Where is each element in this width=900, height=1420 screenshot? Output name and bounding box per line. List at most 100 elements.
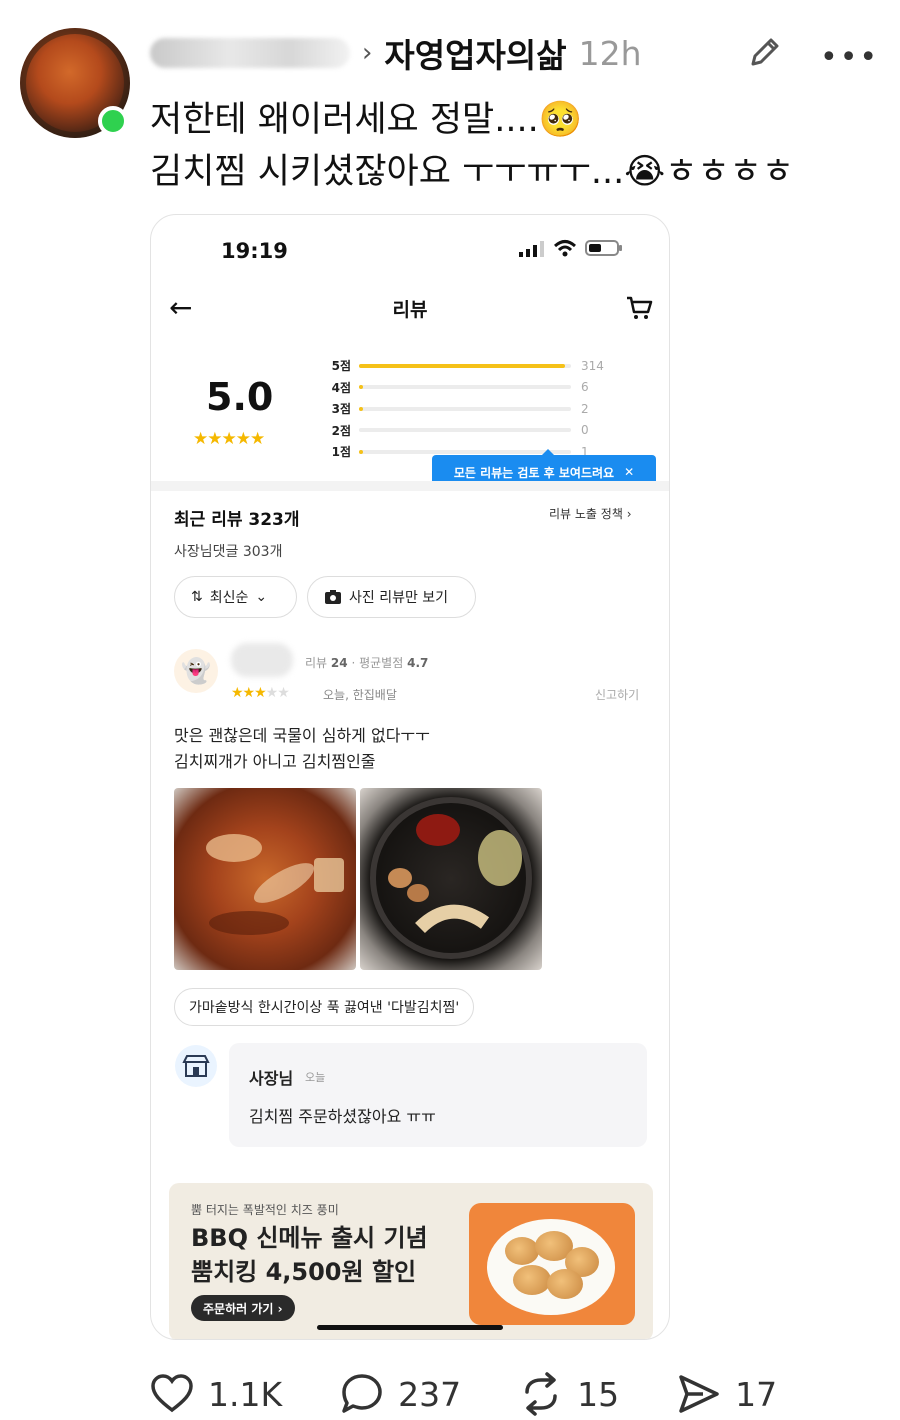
repost-icon bbox=[525, 1372, 557, 1416]
meta-reviews-value: 24 bbox=[330, 656, 348, 670]
reviewer-meta: 리뷰 24 · 평균별점 4.7 bbox=[305, 654, 428, 671]
stars-empty: ★★ bbox=[265, 685, 290, 701]
promo-subtitle: 뿜 터지는 폭발적인 치즈 풍미 bbox=[191, 1203, 339, 1217]
edit-pencil-icon[interactable] bbox=[745, 32, 785, 72]
promo-title-line: BBQ 신메뉴 출시 기념 bbox=[191, 1224, 428, 1252]
rating-row-label: 3점 bbox=[331, 402, 351, 417]
section-divider bbox=[151, 481, 669, 491]
send-icon bbox=[679, 1375, 719, 1413]
fried-chicken-image bbox=[469, 1203, 635, 1325]
home-indicator bbox=[317, 1325, 503, 1330]
repost-button[interactable]: 15 bbox=[519, 1372, 619, 1416]
review-photo-side-dishes[interactable] bbox=[360, 788, 542, 970]
rating-row-count: 2 bbox=[581, 401, 589, 416]
rating-row-count: 0 bbox=[581, 423, 589, 438]
share-count: 17 bbox=[735, 1374, 778, 1414]
comment-bubble-icon bbox=[342, 1374, 382, 1413]
average-rating: 5.0 bbox=[206, 375, 274, 419]
rating-bar-track bbox=[359, 449, 571, 454]
sort-dropdown[interactable]: ⇅ 최신순 ⌄ bbox=[174, 576, 297, 618]
rating-bar-fill bbox=[359, 363, 565, 368]
more-options-icon[interactable]: ••• bbox=[820, 40, 879, 75]
chicken-piece bbox=[513, 1265, 551, 1295]
owner-reply-date: 오늘 bbox=[305, 1071, 326, 1084]
rating-distribution: 5점 314 4점 6 3점 2 2점 0 1점 1 bbox=[329, 355, 604, 463]
stars-filled: ★★★ bbox=[231, 685, 267, 701]
wifi-icon bbox=[553, 240, 577, 257]
chicken-piece bbox=[547, 1269, 583, 1299]
cart-icon[interactable] bbox=[625, 295, 653, 321]
screen-title: 리뷰 bbox=[392, 299, 428, 321]
rating-bar-fill bbox=[359, 406, 364, 411]
review-text-line: 맛은 괜찮은데 국물이 심하게 없다ㅜㅜ bbox=[174, 726, 430, 745]
review-policy-link[interactable]: 리뷰 노출 정책 › bbox=[549, 505, 632, 522]
chevron-down-icon: ⌄ bbox=[255, 589, 268, 605]
rating-row-label: 1점 bbox=[331, 445, 351, 460]
post-header: › 자영업자의삶 12h bbox=[150, 28, 641, 78]
rating-bar-fill bbox=[359, 449, 364, 454]
owner-reply-box bbox=[229, 1043, 647, 1147]
average-rating-stars: ★★★★★ bbox=[193, 429, 265, 449]
rating-bar-track bbox=[359, 385, 571, 390]
owner-comment-count: 사장님댓글 303개 bbox=[174, 544, 283, 560]
report-link[interactable]: 신고하기 bbox=[595, 686, 639, 703]
store-icon bbox=[175, 1045, 217, 1087]
recent-review-count: 최근 리뷰 323개 bbox=[174, 510, 300, 530]
community-name[interactable]: 자영업자의삶 bbox=[384, 29, 566, 77]
owner-name: 사장님 bbox=[249, 1069, 294, 1088]
review-text-line: 김치찌개가 아니고 김치찜인줄 bbox=[174, 752, 376, 771]
author-name-blurred[interactable] bbox=[150, 38, 350, 68]
reviewer-name-blurred[interactable] bbox=[231, 643, 293, 677]
post-time: 12h bbox=[578, 33, 642, 73]
ordered-menu-tag[interactable]: 가마솥방식 한시간이상 푹 끓여낸 '다발김치찜' bbox=[174, 988, 475, 1026]
meta-avg-label: 평균별점 bbox=[359, 656, 404, 670]
review-date-delivery: 오늘, 한집배달 bbox=[323, 688, 397, 702]
sort-label: 최신순 bbox=[209, 590, 249, 606]
post-text-line: 저한테 왜이러세요 정말....🥺 bbox=[150, 100, 583, 140]
status-bar-icons bbox=[519, 239, 623, 257]
chicken-piece bbox=[505, 1237, 539, 1265]
rating-row-label: 5점 bbox=[331, 359, 351, 374]
review-photo-kimchi-jjim[interactable] bbox=[174, 788, 356, 970]
rating-row-count: 314 bbox=[581, 358, 604, 373]
rating-row: 5점 314 bbox=[329, 355, 604, 377]
post-text-line: 김치찜 시키셨잖아요 ㅜㅜㅠㅜ...😭ㅎㅎㅎㅎ bbox=[150, 152, 794, 192]
comment-button[interactable]: 237 bbox=[340, 1372, 461, 1416]
rating-row-label: 2점 bbox=[331, 423, 351, 438]
rating-bar-fill bbox=[359, 385, 364, 390]
photo-review-filter[interactable]: 사진 리뷰만 보기 bbox=[307, 576, 476, 618]
owner-reply-text: 김치찜 주문하셨잖아요 ㅠㅠ bbox=[249, 1107, 436, 1126]
reviewer-avatar-ghost-icon[interactable]: 👻 bbox=[174, 649, 218, 693]
rating-row: 3점 2 bbox=[329, 398, 604, 420]
like-count: 1.1K bbox=[208, 1374, 283, 1414]
photo-filter-label: 사진 리뷰만 보기 bbox=[349, 590, 449, 606]
meta-avg-value: 4.7 bbox=[407, 656, 429, 670]
order-now-button[interactable]: 주문하러 가기 › bbox=[191, 1295, 295, 1321]
rating-bar-track bbox=[359, 406, 571, 411]
rating-row-label: 4점 bbox=[331, 380, 351, 395]
promo-title-line: 뿜치킹 4,500원 할인 bbox=[191, 1258, 417, 1286]
attached-screenshot[interactable]: 19:19 ← 리뷰 5.0 ★★★★★ 5점 314 4점 6 3점 2 2점 0 1점 1 모… bbox=[150, 214, 670, 1340]
promo-banner[interactable]: 뿜 터지는 폭발적인 치즈 풍미 BBQ 신메뉴 출시 기념 뿜치킹 4,500… bbox=[169, 1183, 653, 1339]
meta-reviews-label: 리뷰 bbox=[305, 656, 328, 670]
post-actions: 1.1K 237 15 17 bbox=[150, 1372, 777, 1416]
chevron-right-icon: › bbox=[626, 507, 632, 521]
rating-row: 2점 0 bbox=[329, 420, 604, 442]
online-status-dot bbox=[98, 106, 128, 136]
review-text: 맛은 괜찮은데 국물이 심하게 없다ㅜㅜ 김치찌개가 아니고 김치찜인줄 bbox=[174, 723, 430, 775]
close-icon[interactable]: ✕ bbox=[624, 465, 634, 479]
sort-arrows-icon: ⇅ bbox=[191, 589, 203, 605]
repost-count: 15 bbox=[577, 1374, 620, 1414]
camera-icon bbox=[325, 590, 341, 604]
post-body: 저한테 왜이러세요 정말....🥺 김치찜 시키셨잖아요 ㅜㅜㅠㅜ...😭ㅎㅎㅎ… bbox=[150, 94, 794, 198]
rating-row-count: 6 bbox=[581, 380, 589, 395]
chevron-right-icon: › bbox=[362, 38, 373, 68]
share-button[interactable]: 17 bbox=[677, 1372, 777, 1416]
rating-row: 4점 6 bbox=[329, 377, 604, 399]
like-button[interactable]: 1.1K bbox=[150, 1372, 282, 1416]
promo-title: BBQ 신메뉴 출시 기념 뿜치킹 4,500원 할인 bbox=[191, 1221, 428, 1289]
signal-icon bbox=[519, 241, 544, 257]
rating-bar-track bbox=[359, 428, 571, 433]
meta-separator: · bbox=[351, 656, 360, 670]
status-bar-time: 19:19 bbox=[221, 239, 288, 263]
